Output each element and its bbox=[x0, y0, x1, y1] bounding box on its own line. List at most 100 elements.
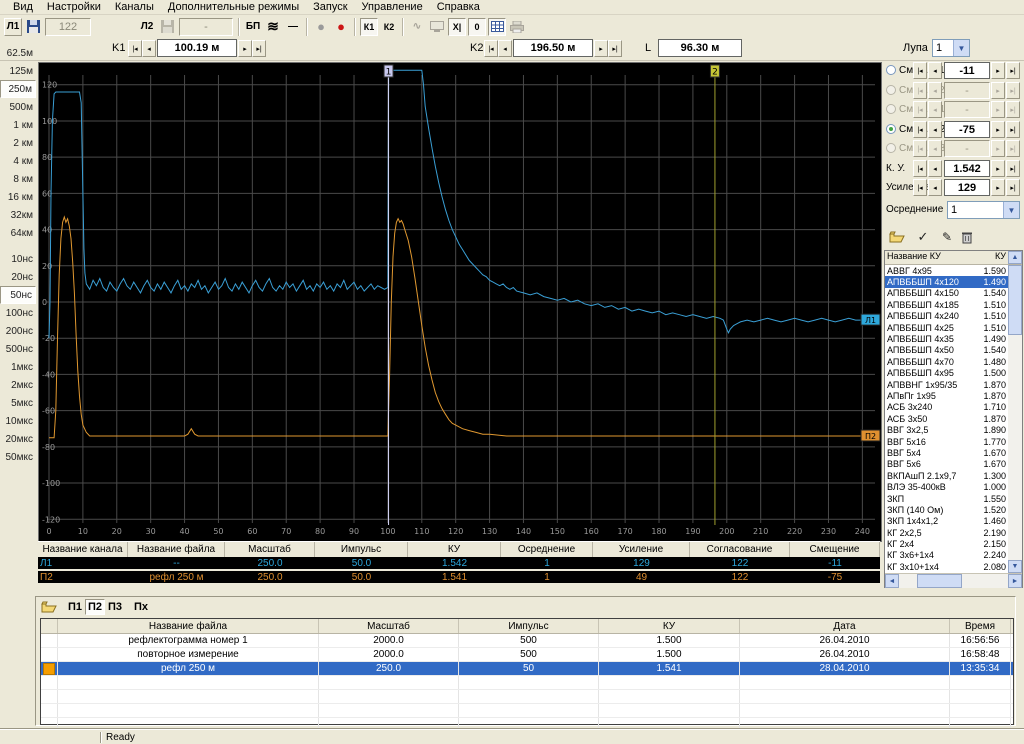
horizontal-scrollbar[interactable]: ◄► bbox=[885, 573, 1022, 588]
ku-row[interactable]: ВВГ 5х161.770 bbox=[885, 436, 1008, 447]
ctl-0-dec-button[interactable]: ◂ bbox=[928, 62, 942, 79]
averaging-select[interactable]: 1 ▼ bbox=[947, 201, 1020, 219]
ku-row[interactable]: АВВГ 4х951.590 bbox=[885, 265, 1008, 276]
channel-l1-button[interactable]: Л1 bbox=[4, 18, 22, 36]
scrollbar-track[interactable] bbox=[1008, 335, 1022, 560]
cursor-k2-button[interactable]: К2 bbox=[380, 18, 398, 36]
ku-row[interactable]: АПВББШП 4х501.540 bbox=[885, 345, 1008, 356]
menu-item-0[interactable]: Вид bbox=[6, 1, 40, 13]
menu-item-5[interactable]: Управление bbox=[355, 1, 430, 13]
k2-step-end-button[interactable]: ▸| bbox=[608, 40, 622, 57]
menu-item-4[interactable]: Запуск bbox=[306, 1, 354, 13]
range-button-10мкс[interactable]: 10мкс bbox=[0, 412, 36, 430]
k1-step-left-button[interactable]: ◂ bbox=[142, 40, 156, 57]
vertical-scrollbar[interactable]: ▼ bbox=[1008, 265, 1022, 573]
ku-row[interactable]: ВКПАшП 2.1х9,71.300 bbox=[885, 470, 1008, 481]
ku-row[interactable]: КГ 3х10+1х42.080 bbox=[885, 561, 1008, 572]
range-button-1мкс[interactable]: 1мкс bbox=[0, 358, 36, 376]
menu-item-6[interactable]: Справка bbox=[430, 1, 487, 13]
ctl-6-dec-button[interactable]: ◂ bbox=[928, 179, 942, 196]
k2-step-right-button[interactable]: ▸ bbox=[594, 40, 608, 57]
scroll-right-icon[interactable]: ► bbox=[1008, 574, 1022, 588]
ku-row[interactable]: АПВББШП 4х2401.510 bbox=[885, 311, 1008, 322]
ctl-5-home-button[interactable]: |◂ bbox=[913, 160, 927, 177]
ku-list[interactable]: АВВГ 4х951.590АПВББШП 4х1201.490АПВББШП … bbox=[885, 265, 1008, 573]
save-l1-icon[interactable] bbox=[24, 18, 42, 36]
k2-step-home-button[interactable]: |◂ bbox=[484, 40, 498, 57]
menu-item-3[interactable]: Дополнительные режимы bbox=[161, 1, 306, 13]
open-file-button[interactable] bbox=[40, 598, 58, 616]
file-row[interactable]: повторное измерение2000.05001.50026.04.2… bbox=[41, 648, 1013, 662]
tab-П3[interactable]: П3 bbox=[105, 599, 125, 615]
ku-row[interactable]: АПВББШП 4х1201.490 bbox=[885, 276, 1008, 287]
menu-item-1[interactable]: Настройки bbox=[40, 1, 108, 13]
ku-row[interactable]: АПвПг 1х951.870 bbox=[885, 390, 1008, 401]
k1-step-end-button[interactable]: ▸| bbox=[252, 40, 266, 57]
power-supply-button[interactable]: БП bbox=[244, 18, 262, 36]
scroll-down-icon[interactable]: ▼ bbox=[1008, 560, 1022, 573]
ku-row[interactable]: АПВББШП 4х1501.540 bbox=[885, 288, 1008, 299]
record-red-icon[interactable]: ● bbox=[332, 18, 350, 36]
range-button-250м[interactable]: 250м bbox=[0, 80, 36, 98]
ctl-5-end-button[interactable]: ▸| bbox=[1006, 160, 1020, 177]
range-button-20мкс[interactable]: 20мкс bbox=[0, 430, 36, 448]
cursor-k1-button[interactable]: К1 bbox=[360, 18, 378, 36]
menu-item-2[interactable]: Каналы bbox=[108, 1, 161, 13]
range-button-32км[interactable]: 32км bbox=[0, 206, 36, 224]
ku-row[interactable]: ЗКП 1х4х1,21.460 bbox=[885, 516, 1008, 527]
ku-row[interactable]: ВВГ 5х41.670 bbox=[885, 447, 1008, 458]
range-button-2 км[interactable]: 2 км bbox=[0, 134, 36, 152]
zoom-select[interactable]: 1 ▼ bbox=[932, 39, 970, 57]
range-button-125м[interactable]: 125м bbox=[0, 62, 36, 80]
file-row[interactable]: рефл 250 м250.0501.54128.04.201013:35:34 bbox=[41, 662, 1013, 676]
ku-row[interactable]: КГ 2х2,52.190 bbox=[885, 527, 1008, 538]
open-ku-button[interactable] bbox=[888, 228, 906, 246]
control-field-0[interactable]: -11 bbox=[944, 62, 990, 79]
scroll-left-icon[interactable]: ◄ bbox=[885, 574, 899, 588]
tab-Пх[interactable]: Пх bbox=[131, 599, 151, 615]
ctl-5-inc-button[interactable]: ▸ bbox=[991, 160, 1005, 177]
range-button-62.5м[interactable]: 62.5м bbox=[0, 44, 36, 62]
ku-row[interactable]: ЗКП1.550 bbox=[885, 493, 1008, 504]
ctl-0-home-button[interactable]: |◂ bbox=[913, 62, 927, 79]
ku-row[interactable]: ВВГ 3х2,51.890 bbox=[885, 424, 1008, 435]
tab-П1[interactable]: П1 bbox=[65, 599, 85, 615]
ku-row[interactable]: АПВББШП 4х1851.510 bbox=[885, 299, 1008, 310]
ku-row[interactable]: ВЛЭ 35-400кВ1.000 bbox=[885, 481, 1008, 492]
ctl-0-inc-button[interactable]: ▸ bbox=[991, 62, 1005, 79]
ctl-3-home-button[interactable]: |◂ bbox=[913, 121, 927, 138]
k2-position-field[interactable]: 196.50 м bbox=[513, 39, 593, 57]
control-field-3[interactable]: -75 bbox=[944, 121, 990, 138]
offset-radio-3[interactable] bbox=[886, 124, 896, 134]
trace-chart[interactable]: 0102030405060708090100110120130140150160… bbox=[38, 62, 882, 542]
ku-row[interactable]: ВВГ 5х61.670 bbox=[885, 459, 1008, 470]
range-button-20нс[interactable]: 20нс bbox=[0, 268, 36, 286]
ctl-5-dec-button[interactable]: ◂ bbox=[928, 160, 942, 177]
apply-ku-button[interactable]: ✓ bbox=[914, 228, 932, 246]
ku-row[interactable]: АСБ 3х501.870 bbox=[885, 413, 1008, 424]
offset-radio-0[interactable] bbox=[886, 65, 896, 75]
range-button-500м[interactable]: 500м bbox=[0, 98, 36, 116]
h-scroll-track[interactable] bbox=[899, 574, 1008, 588]
control-field-6[interactable]: 129 bbox=[944, 179, 990, 196]
ctl-6-end-button[interactable]: ▸| bbox=[1006, 179, 1020, 196]
scrollbar-thumb[interactable] bbox=[1008, 265, 1022, 335]
range-button-8 км[interactable]: 8 км bbox=[0, 170, 36, 188]
ku-row[interactable]: КГ 3х6+1х42.240 bbox=[885, 550, 1008, 561]
ctl-6-home-button[interactable]: |◂ bbox=[913, 179, 927, 196]
ctl-3-end-button[interactable]: ▸| bbox=[1006, 121, 1020, 138]
edit-ku-button[interactable]: ✎ bbox=[938, 228, 956, 246]
range-button-16 км[interactable]: 16 км bbox=[0, 188, 36, 206]
range-button-50мкс[interactable]: 50мкс bbox=[0, 448, 36, 466]
control-field-5[interactable]: 1.542 bbox=[944, 160, 990, 177]
range-button-500нс[interactable]: 500нс bbox=[0, 340, 36, 358]
k1-position-field[interactable]: 100.19 м bbox=[157, 39, 237, 57]
ku-row[interactable]: АПВВНГ 1х95/351.870 bbox=[885, 379, 1008, 390]
line-icon[interactable]: — bbox=[284, 18, 302, 36]
tab-П2[interactable]: П2 bbox=[85, 599, 105, 615]
h-scroll-thumb[interactable] bbox=[917, 574, 962, 588]
chevron-down-icon[interactable]: ▼ bbox=[1003, 202, 1019, 218]
ku-row[interactable]: АСБ 3х2401.710 bbox=[885, 402, 1008, 413]
range-button-2мкс[interactable]: 2мкс bbox=[0, 376, 36, 394]
ku-row[interactable]: АПВББШП 4х701.480 bbox=[885, 356, 1008, 367]
